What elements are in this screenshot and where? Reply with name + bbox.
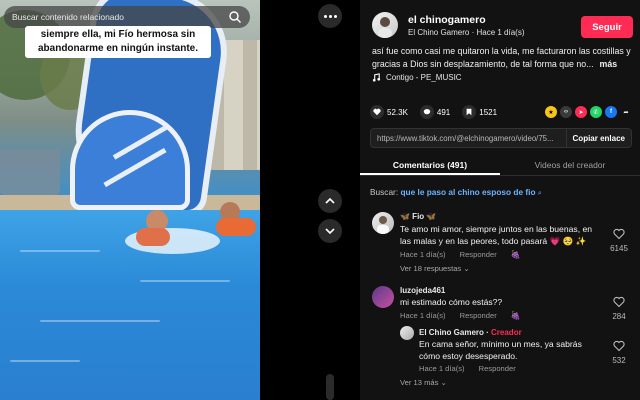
follow-button[interactable]: Seguir [581,16,633,38]
reply-meta: Hace 1 día(s) Responder [419,364,516,373]
comment-meta: Hace 1 día(s) Responder 🍇 [400,250,521,259]
tab-creator-videos[interactable]: Videos del creador [500,156,640,175]
embed-icon[interactable]: ‹› [560,106,572,118]
reply-button[interactable]: Responder [479,364,516,373]
comment-time: Hace 1 día(s) [400,311,446,320]
heart-outline-icon [613,296,625,308]
comment-item: luzojeda461 mi estimado cómo estás?? Hac… [370,284,632,324]
chevron-down-icon [325,228,335,235]
pool-chairs [0,150,60,195]
heart-outline-icon [613,228,625,240]
share-arrow-icon[interactable]: ➦ [620,106,632,118]
related-search-label: Buscar contenido relacionado [12,12,124,22]
commenter-avatar[interactable] [372,212,394,234]
save-action[interactable]: 1521 [462,105,497,119]
comment-time: Hace 1 día(s) [400,250,446,259]
reply-button[interactable]: Responder [460,311,497,320]
previous-video-button[interactable] [318,189,342,213]
comment-icon [419,105,434,119]
chevron-up-icon [325,197,335,204]
reply-time: Hace 1 día(s) [419,364,465,373]
comment-meta: Hace 1 día(s) Responder 🍇 [400,311,521,320]
video-controls-column [260,0,360,400]
like-count: 52.3K [387,107,408,117]
comment-text: Te amo mi amor, siempre juntos en las bu… [400,224,593,246]
creator-badge: Creador [491,328,522,337]
reply-like[interactable]: 532 [606,340,632,365]
view-replies-button[interactable]: Ver 18 respuestas ⌄ [400,264,470,273]
chevron-down-icon: ⌄ [440,378,447,387]
author-subtitle: El Chino Gamero · Hace 1 día(s) [408,28,525,37]
related-search-bar[interactable]: Buscar contenido relacionado [4,6,250,28]
comment-action[interactable]: 491 [419,105,451,119]
send-icon[interactable]: ➤ [575,106,587,118]
comment-like[interactable]: 6145 [606,228,632,253]
comment-like[interactable]: 284 [606,296,632,321]
heart-outline-icon [613,340,625,352]
author-name[interactable]: el chinogamero [408,14,486,26]
comment-like-count: 6145 [610,244,628,253]
music-title: Contigo - PE_MUSIC [386,73,462,82]
reaction-icon: 🍇 [510,250,521,259]
author-avatar[interactable] [372,12,398,38]
video-caption: siempre ella, mi Fío hermosa sin abandon… [25,26,211,58]
view-replies-label: Ver 18 respuestas [400,264,462,273]
search-icon[interactable] [228,10,242,24]
reply-text: En cama señor, mínimo un mes, ya sabrás … [419,339,582,361]
dot-icon [323,14,327,18]
reply-like-count: 532 [612,356,626,365]
reaction-icon: 🍇 [510,311,521,320]
panel-tabs: Comentarios (491) Videos del creador [360,156,640,176]
heart-icon [370,105,384,119]
search-suggestion[interactable]: Buscar: que le paso al chino esposo de f… [370,187,542,198]
reply-author[interactable]: El Chino Gamero · Creador [419,328,522,337]
details-panel: el chinogamero El Chino Gamero · Hace 1 … [360,0,640,400]
volume-slider[interactable] [326,374,334,400]
reply-item: El Chino Gamero · Creador En cama señor,… [370,326,632,390]
creator-avatar[interactable] [400,326,414,340]
next-video-button[interactable] [318,219,342,243]
share-options: ★ ‹› ➤ ✆ f ➦ [545,106,632,118]
author-header: el chinogamero El Chino Gamero · Hace 1 … [368,10,633,40]
reply-button[interactable]: Responder [460,250,497,259]
description-text: así fue como casi me quitaron la vida, m… [372,46,631,69]
avatar-image [378,17,392,38]
chevron-down-icon: ⌄ [463,264,470,273]
post-description: así fue como casi me quitaron la vida, m… [372,45,634,71]
share-link-box: https://www.tiktok.com/@elchinogamero/vi… [370,128,632,148]
copy-link-button[interactable]: Copiar enlace [565,129,631,147]
tab-comments[interactable]: Comentarios (491) [360,156,500,175]
see-more-link[interactable]: más [600,59,618,69]
bookmark-icon [462,105,477,119]
comment-author[interactable]: 🦋 Fio 🦋 [400,212,436,221]
view-more-replies-button[interactable]: Ver 13 más ⌄ [400,378,447,387]
music-link[interactable]: Contigo - PE_MUSIC [372,73,462,82]
person-body [216,218,256,236]
more-options-button[interactable] [318,4,342,28]
comment-item: 🦋 Fio 🦋 Te amo mi amor, siempre juntos e… [370,210,632,278]
share-link-url[interactable]: https://www.tiktok.com/@elchinogamero/vi… [371,134,566,143]
whatsapp-icon[interactable]: ✆ [590,106,602,118]
search-icon: ⌕ [537,190,542,197]
reply-author-name: El Chino Gamero [419,328,484,337]
comment-text: mi estimado cómo estás?? [400,297,503,307]
facebook-icon[interactable]: f [605,106,617,118]
person-body [136,228,170,246]
commenter-avatar[interactable] [372,286,394,308]
music-note-icon [372,73,381,82]
dot-icon [333,14,337,18]
search-suggestion-query[interactable]: que le paso al chino esposo de fio [400,187,535,197]
video-player[interactable]: Buscar contenido relacionado siempre ell… [0,0,260,400]
view-more-label: Ver 13 más [400,378,439,387]
save-count: 1521 [479,107,498,117]
comment-author[interactable]: luzojeda461 [400,286,445,295]
search-suggestion-prefix: Buscar: [370,187,399,197]
dot-icon [328,14,332,18]
comment-count: 491 [436,107,451,117]
repost-icon[interactable]: ★ [545,106,557,118]
action-bar: 52.3K 491 1521 ★ ‹› ➤ ✆ f ➦ [370,104,632,120]
comment-like-count: 284 [612,312,626,321]
like-action[interactable]: 52.3K [370,105,408,119]
